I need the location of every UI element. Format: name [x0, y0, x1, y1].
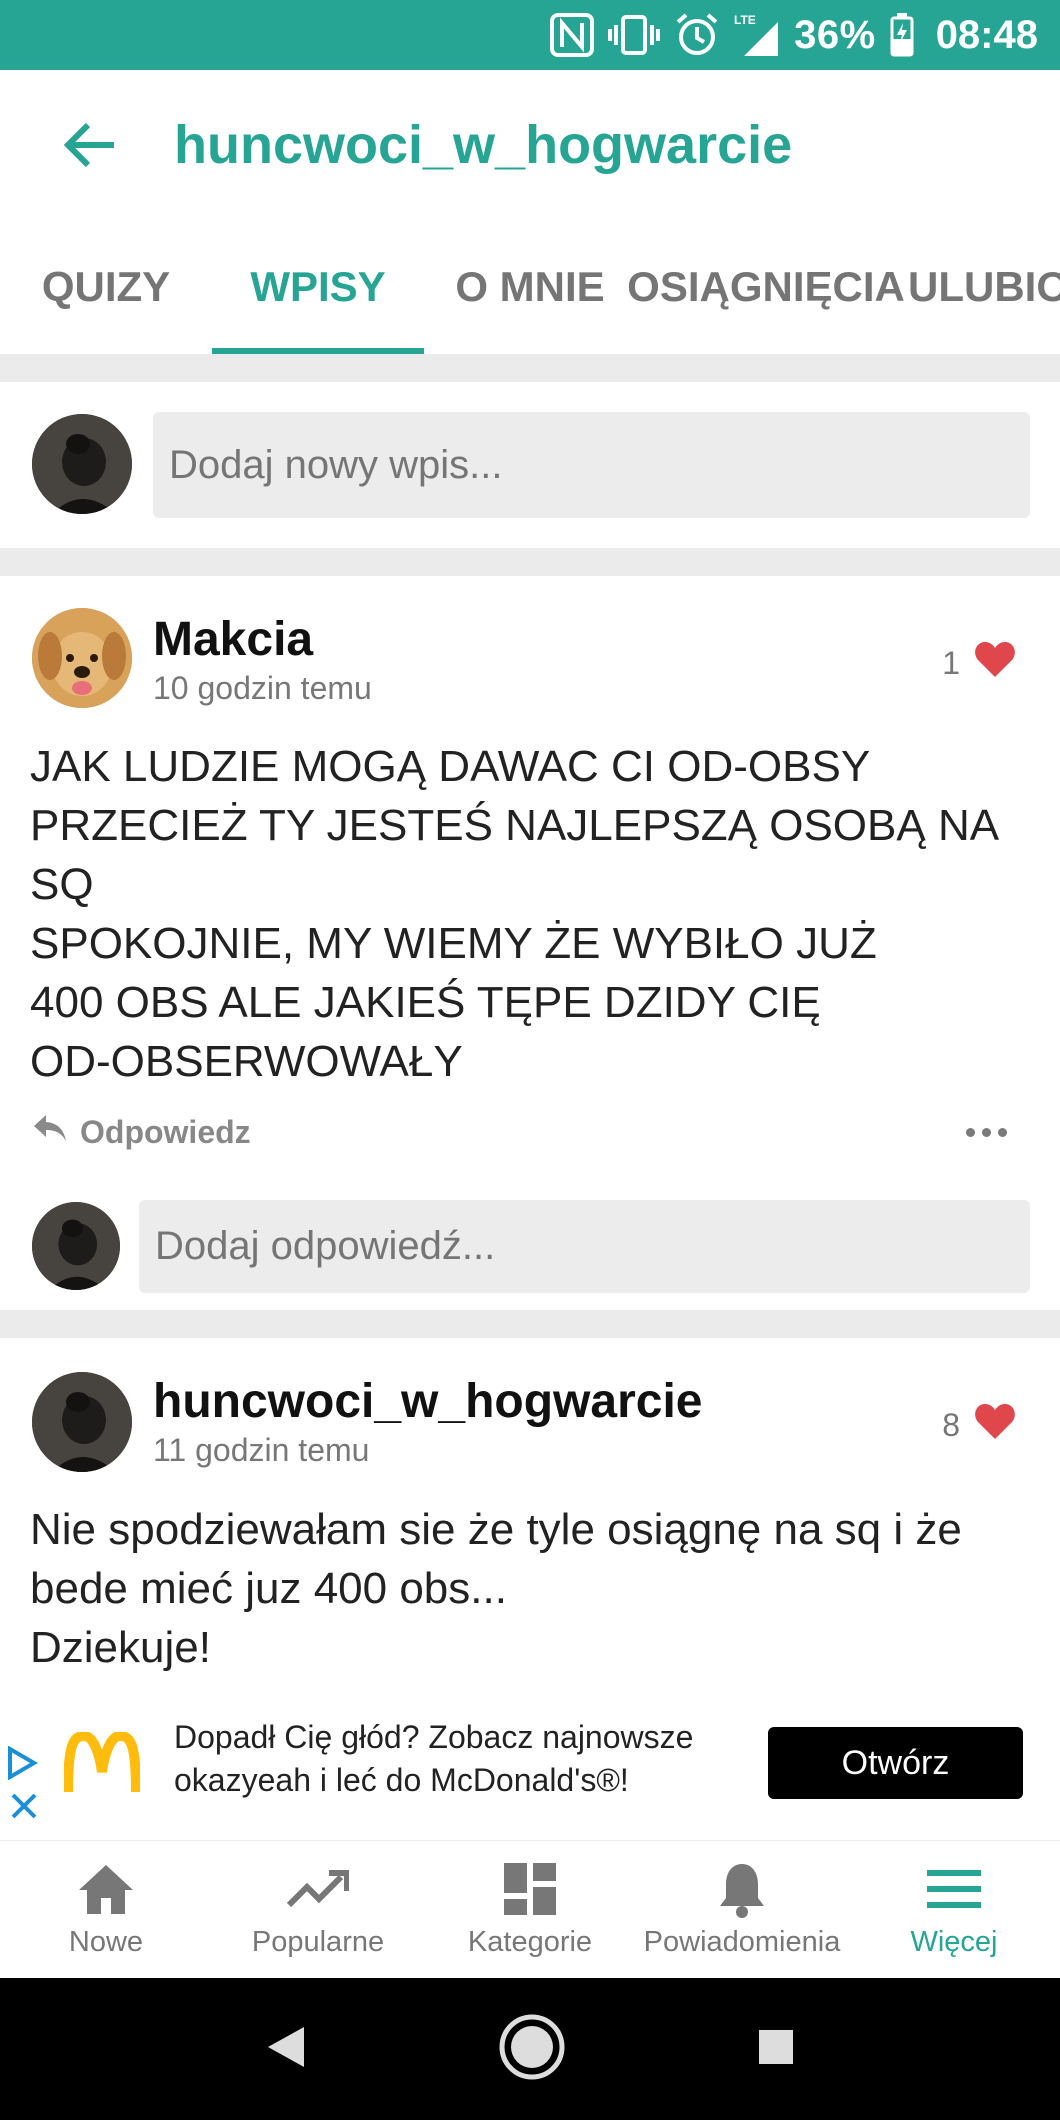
- new-post-input[interactable]: Dodaj nowy wpis...: [153, 412, 1030, 518]
- tab-ulubione[interactable]: ULUBIONE: [896, 220, 1060, 354]
- profile-tabs: QUIZY WPISY O MNIE OSIĄGNIĘCIA ULUBIONE: [0, 220, 1060, 354]
- status-bar: LTE 36% 08:48: [0, 0, 1060, 70]
- battery-percent: 36%: [794, 12, 876, 57]
- avatar: [32, 1372, 132, 1472]
- reply-button[interactable]: Odpowiedz: [32, 1113, 251, 1151]
- vibrate-icon: [608, 12, 661, 58]
- system-home-icon[interactable]: [497, 2012, 567, 2087]
- ad-close-icon[interactable]: [10, 1792, 38, 1825]
- avatar: [32, 1202, 120, 1290]
- avatar: [32, 608, 132, 708]
- trending-icon: [287, 1860, 349, 1918]
- mcdonalds-logo-icon: [63, 1730, 141, 1799]
- reply-input[interactable]: Dodaj odpowiedź...: [139, 1200, 1030, 1293]
- divider: [0, 548, 1060, 576]
- reply-label: Odpowiedz: [80, 1113, 251, 1150]
- system-recents-icon[interactable]: [756, 2027, 796, 2072]
- screen: LTE 36% 08:48 huncwoci_w_hogwarcie QUIZY…: [0, 0, 1060, 2120]
- nfc-icon: [550, 12, 595, 58]
- heart-icon[interactable]: [974, 640, 1016, 686]
- page-title: huncwoci_w_hogwarcie: [174, 115, 793, 175]
- post-timestamp: 11 godzin temu: [153, 1432, 370, 1468]
- reply-icon: [32, 1113, 68, 1151]
- tab-quizy[interactable]: QUIZY: [0, 220, 212, 354]
- ad-choices-icon[interactable]: [6, 1745, 38, 1785]
- app-bar: huncwoci_w_hogwarcie: [0, 70, 1060, 220]
- ad-open-button[interactable]: Otwórz: [768, 1727, 1023, 1799]
- like-count: 1: [942, 644, 960, 681]
- post-author[interactable]: Makcia: [153, 612, 313, 667]
- heart-icon[interactable]: [974, 1402, 1016, 1448]
- menu-icon: [925, 1860, 983, 1918]
- nav-nowe[interactable]: Nowe: [0, 1841, 212, 1978]
- divider: [0, 1310, 1060, 1338]
- system-navigation-bar: [0, 1978, 1060, 2120]
- ad-text: Dopadł Cię głód? Zobacz najnowsze okazye…: [174, 1719, 694, 1798]
- like-counter[interactable]: 8: [942, 1402, 1016, 1448]
- tab-wpisy[interactable]: WPISY: [212, 220, 424, 354]
- nav-kategorie[interactable]: Kategorie: [424, 1841, 636, 1978]
- lte-signal-icon: LTE: [734, 12, 780, 58]
- system-back-icon[interactable]: [264, 2023, 308, 2076]
- svg-text:LTE: LTE: [734, 13, 756, 27]
- post-body: Nie spodziewałam sie że tyle osiągnę na …: [30, 1505, 962, 1672]
- avatar: [32, 414, 132, 514]
- post-author[interactable]: huncwoci_w_hogwarcie: [153, 1374, 702, 1429]
- battery-charging-icon: [890, 12, 914, 58]
- more-options-icon[interactable]: [966, 1128, 1007, 1137]
- alarm-icon: [674, 12, 720, 58]
- post-timestamp: 10 godzin temu: [153, 670, 372, 706]
- nav-powiadomienia[interactable]: Powiadomienia: [636, 1841, 848, 1978]
- nav-popularne[interactable]: Popularne: [212, 1841, 424, 1978]
- like-counter[interactable]: 1: [942, 640, 1016, 686]
- bell-icon: [717, 1860, 767, 1918]
- nav-wiecej[interactable]: Więcej: [848, 1841, 1060, 1978]
- like-count: 8: [942, 1406, 960, 1443]
- back-arrow-icon[interactable]: [40, 105, 140, 185]
- home-icon: [77, 1860, 135, 1918]
- bottom-navigation: Nowe Popularne Kategorie Powiadomienia W…: [0, 1840, 1060, 1978]
- ad-banner[interactable]: Dopadł Cię głód? Zobacz najnowsze okazye…: [0, 1690, 1060, 1840]
- tab-osiagniecia[interactable]: OSIĄGNIĘCIA: [627, 220, 905, 354]
- divider: [0, 354, 1060, 382]
- tab-o-mnie[interactable]: O MNIE: [424, 220, 636, 354]
- clock: 08:48: [935, 12, 1038, 57]
- post-body: JAK LUDZIE MOGĄ DAWAC CI OD-OBSY PRZECIE…: [30, 742, 997, 1086]
- dashboard-icon: [502, 1860, 558, 1918]
